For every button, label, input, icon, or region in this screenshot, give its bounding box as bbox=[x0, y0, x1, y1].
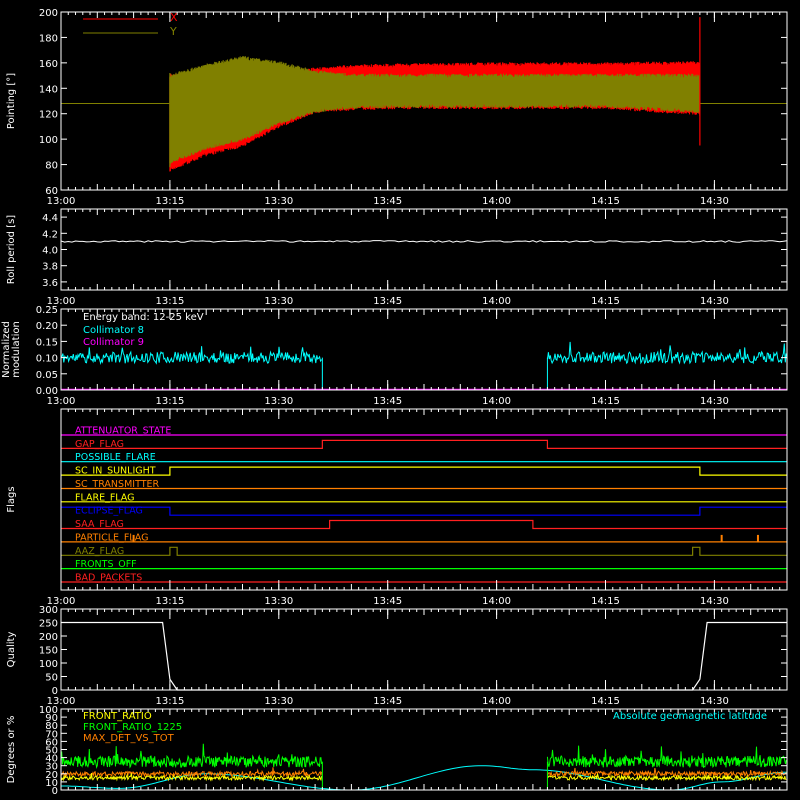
y-tick-label: 300 bbox=[39, 605, 58, 616]
quality-line bbox=[61, 621, 787, 691]
x-tick-label: 13:15 bbox=[155, 596, 184, 607]
x-tick-label: 14:30 bbox=[700, 596, 729, 607]
x-tick-label: 13:30 bbox=[264, 296, 293, 307]
y-tick-label: 180 bbox=[39, 33, 58, 44]
y-tick-label: 3.6 bbox=[42, 278, 58, 289]
x-tick-label: 14:00 bbox=[482, 396, 511, 407]
x-tick-label: 14:00 bbox=[482, 696, 511, 707]
flag-label-particle-flag: PARTICLE_FLAG bbox=[75, 532, 148, 543]
flag-label-aaz-flag: AAZ_FLAG bbox=[75, 546, 124, 557]
flag-label-gap-flag: GAP_FLAG bbox=[75, 439, 124, 450]
x-tick-label: 14:30 bbox=[700, 696, 729, 707]
x-tick-label: 13:45 bbox=[373, 596, 402, 607]
y-tick-label: 0.10 bbox=[36, 354, 58, 365]
y-tick-label: 120 bbox=[39, 110, 58, 121]
x-tick-label: 13:45 bbox=[373, 696, 402, 707]
x-tick-label: 13:45 bbox=[373, 196, 402, 207]
y-tick-label: 150 bbox=[39, 646, 58, 657]
y-tick-label: 200 bbox=[39, 8, 58, 19]
y-tick-label: 250 bbox=[39, 619, 58, 630]
y-tick-label: 0 bbox=[52, 686, 58, 697]
y-tick-label: 4.4 bbox=[42, 213, 58, 224]
x-tick-label: 14:15 bbox=[591, 596, 620, 607]
x-tick-label: 13:45 bbox=[373, 396, 402, 407]
y-tick-label: 0.05 bbox=[36, 370, 58, 381]
max-det-vs-tot-line bbox=[60, 767, 787, 778]
x-tick-label: 13:30 bbox=[264, 396, 293, 407]
x-tick-label: 14:15 bbox=[591, 296, 620, 307]
legend-collimator-8: Collimator 8 bbox=[83, 325, 144, 336]
x-tick-label: 13:30 bbox=[264, 696, 293, 707]
y-axis-label: Quality bbox=[6, 632, 17, 668]
y-tick-label: 4.0 bbox=[42, 246, 58, 257]
flag-label-sc-in-sunlight: SC_IN_SUNLIGHT bbox=[75, 466, 156, 477]
x-tick-label: 13:15 bbox=[155, 696, 184, 707]
legend-max-det-vs-tot: MAX_DET_VS_TOT bbox=[83, 733, 175, 744]
flag-label-flare-flag: FLARE_FLAG bbox=[75, 492, 135, 503]
y-axis-label: Pointing [°] bbox=[6, 73, 17, 129]
x-tick-label: 14:30 bbox=[700, 196, 729, 207]
x-tick-label: 14:15 bbox=[591, 396, 620, 407]
y-tick-label: 0.00 bbox=[36, 386, 58, 397]
y-tick-label: 0.20 bbox=[36, 321, 58, 332]
x-tick-label: 13:15 bbox=[155, 196, 184, 207]
x-tick-label: 14:15 bbox=[591, 696, 620, 707]
x-tick-label: 13:30 bbox=[264, 196, 293, 207]
y-tick-label: 60 bbox=[45, 186, 58, 197]
y-tick-label: 200 bbox=[39, 632, 58, 643]
y-tick-label: 0.15 bbox=[36, 337, 58, 348]
legend-geomagnetic-latitude: Absolute geomagnetic latitude bbox=[613, 711, 767, 722]
flag-line-gap-flag bbox=[61, 439, 787, 449]
y-tick-label: 100 bbox=[39, 659, 58, 670]
flag-label-eclipse-flag: ECLIPSE_FLAG bbox=[75, 506, 143, 517]
flag-label-possible-flare: POSSIBLE_FLARE bbox=[75, 452, 156, 463]
legend-front-ratio: FRONT_RATIO bbox=[83, 711, 152, 722]
x-tick-label: 13:15 bbox=[155, 396, 184, 407]
x-tick-label: 13:00 bbox=[47, 196, 76, 207]
flag-label-saa-flag: SAA_FLAG bbox=[75, 519, 124, 530]
x-tick-label: 13:00 bbox=[47, 396, 76, 407]
x-tick-label: 14:00 bbox=[482, 596, 511, 607]
y-tick-label: 4.2 bbox=[42, 229, 58, 240]
y-tick-label: 100 bbox=[39, 135, 58, 146]
flag-label-fronts-off: FRONTS_OFF bbox=[75, 559, 137, 570]
flag-line-eclipse-flag bbox=[61, 506, 787, 516]
y-tick-label: 160 bbox=[39, 59, 58, 70]
y-tick-label: 100 bbox=[39, 705, 58, 716]
flag-line-sc-in-sunlight bbox=[61, 466, 787, 476]
legend-label-y: Y bbox=[169, 25, 177, 38]
y-axis-label: modulation bbox=[11, 321, 22, 378]
x-tick-label: 14:30 bbox=[700, 296, 729, 307]
y-tick-label: 80 bbox=[45, 161, 58, 172]
y-tick-label: 50 bbox=[45, 673, 58, 684]
x-tick-label: 13:30 bbox=[264, 596, 293, 607]
legend-label-x: X bbox=[170, 11, 178, 24]
flag-line-saa-flag bbox=[61, 519, 787, 530]
flag-label-sc-transmitter: SC_TRANSMITTER bbox=[75, 479, 160, 490]
x-tick-label: 14:00 bbox=[482, 196, 511, 207]
x-tick-label: 13:45 bbox=[373, 296, 402, 307]
flag-label-bad-packets: BAD_PACKETS bbox=[75, 573, 142, 584]
chart-figure: 13:00 13:15 13:30 13:45 14:00 14:15 14:30 60 80 1… bbox=[1, 8, 788, 797]
legend-collimator-9: Collimator 9 bbox=[83, 337, 144, 348]
x-tick-label: 13:15 bbox=[155, 296, 184, 307]
y-tick-label: 3.8 bbox=[42, 262, 58, 273]
front-ratio-1225-line bbox=[60, 743, 787, 769]
y-tick-label: 140 bbox=[39, 84, 58, 95]
y-axis-label: Flags bbox=[6, 486, 17, 512]
y-axis-label: Degrees or % bbox=[6, 716, 17, 784]
x-tick-label: 14:30 bbox=[700, 396, 729, 407]
legend-front-ratio-1225: FRONT_RATIO_1225 bbox=[83, 722, 182, 733]
y-tick-label: 0.25 bbox=[36, 305, 58, 316]
roll-period-line bbox=[60, 240, 788, 243]
x-tick-label: 14:15 bbox=[591, 196, 620, 207]
x-tick-label: 14:00 bbox=[482, 296, 511, 307]
flag-label-attenuator-state: ATTENUATOR_STATE bbox=[75, 426, 171, 437]
flag-line-aaz-flag bbox=[61, 546, 787, 556]
y-axis-label: Roll period [s] bbox=[6, 215, 17, 284]
panel-frame-2 bbox=[60, 208, 788, 291]
energy-band-annotation: Energy band: 12-25 keV bbox=[83, 312, 204, 323]
